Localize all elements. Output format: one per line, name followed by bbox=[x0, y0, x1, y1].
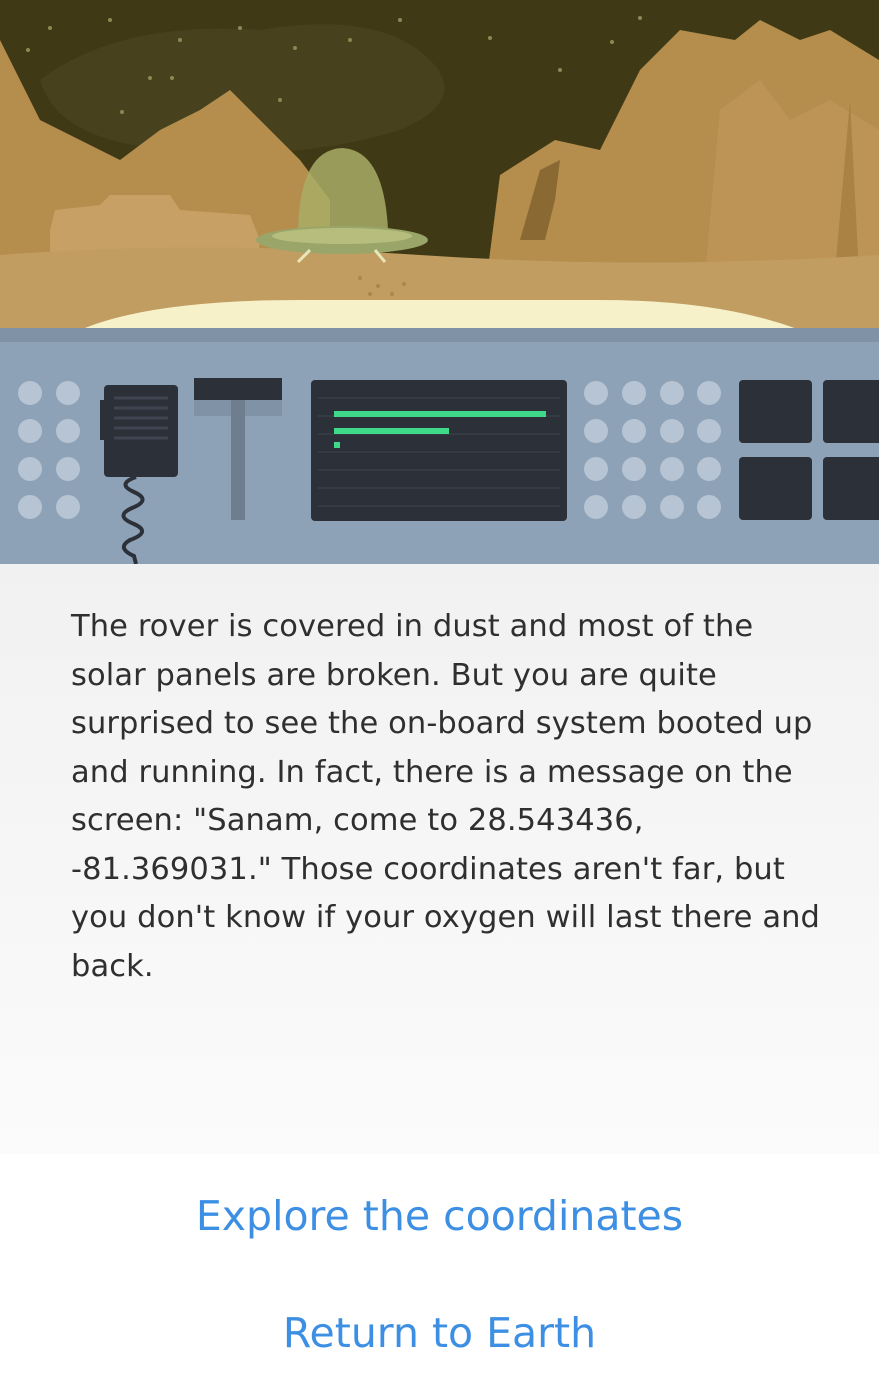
choice-return-to-earth-button[interactable]: Return to Earth bbox=[0, 1305, 879, 1361]
dashboard-trim bbox=[0, 328, 879, 342]
screen-cursor bbox=[334, 442, 340, 448]
story-text: The rover is covered in dust and most of… bbox=[71, 609, 821, 984]
screen-text-line-1 bbox=[334, 411, 546, 417]
rover-scene-illustration bbox=[0, 0, 879, 564]
choice-explore-coordinates-button[interactable]: Explore the coordinates bbox=[0, 1188, 879, 1244]
onboard-screen bbox=[311, 380, 567, 521]
screen-text-line-2 bbox=[334, 428, 449, 434]
